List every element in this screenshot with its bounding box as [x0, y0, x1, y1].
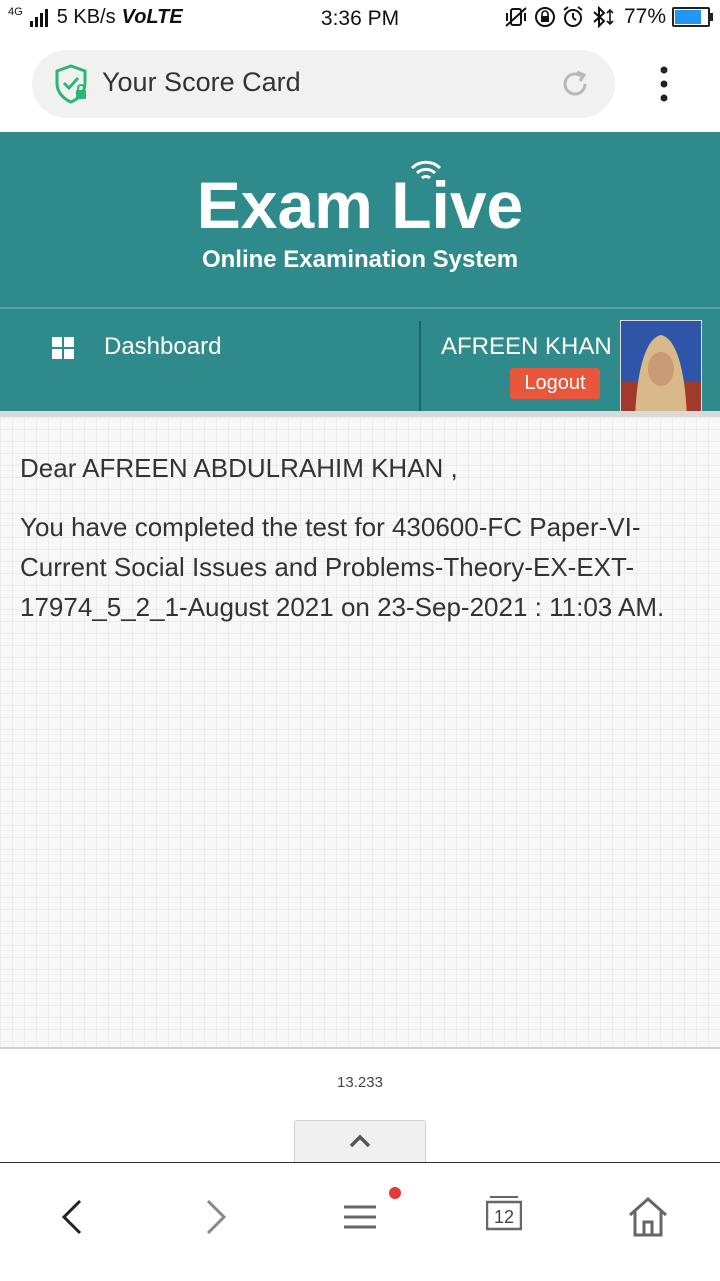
- tabs-button[interactable]: 12: [486, 1193, 522, 1241]
- shield-lock-icon: [55, 64, 87, 104]
- tabs-count: 12: [493, 1207, 515, 1227]
- battery-percent: 77%: [623, 5, 666, 28]
- logout-button[interactable]: Logout: [510, 368, 600, 399]
- scroll-top-button[interactable]: [294, 1120, 426, 1163]
- user-name: AFREEN KHAN: [441, 333, 612, 360]
- notification-dot: [389, 1187, 401, 1199]
- site-logo[interactable]: Exam Live Online Examination System: [0, 170, 720, 274]
- chevron-up-icon: [349, 1134, 371, 1148]
- main-content: Dear AFREEN ABDULRAHIM KHAN , You have c…: [0, 417, 720, 1047]
- bluetooth-icon: [593, 6, 614, 28]
- address-bar[interactable]: Your Score Card: [32, 50, 615, 118]
- dashboard-link[interactable]: Dashboard: [104, 333, 221, 361]
- status-right: 77%: [504, 5, 713, 29]
- forward-icon[interactable]: [192, 1193, 240, 1241]
- greeting-text: Dear AFREEN ABDULRAHIM KHAN ,: [20, 453, 458, 483]
- site-header: Exam Live Online Examination System: [0, 132, 720, 307]
- nav-divider: [419, 321, 421, 411]
- dashboard-grid-icon: [52, 337, 74, 359]
- browser-bottom-nav: 12: [0, 1162, 720, 1281]
- alarm-icon: [563, 6, 583, 27]
- page-title: Your Score Card: [102, 67, 301, 97]
- home-icon[interactable]: [624, 1193, 672, 1241]
- lock-rotation-icon: [534, 7, 555, 27]
- completion-message: You have completed the test for 430600-F…: [20, 512, 665, 622]
- nav-bar: Dashboard AFREEN KHAN Logout: [0, 307, 720, 413]
- brand-name: Exam Live: [196, 168, 524, 242]
- reload-icon[interactable]: [559, 68, 591, 100]
- brand-tagline: Online Examination System: [201, 246, 519, 273]
- more-vert-icon[interactable]: [652, 66, 676, 106]
- version-text: 13.233: [337, 1074, 383, 1091]
- battery-icon: [672, 7, 713, 27]
- status-bar: 4G 5 KB/s VoLTE 3:36 PM 77%: [0, 0, 720, 38]
- vibrate-icon: [505, 7, 527, 27]
- back-icon[interactable]: [48, 1193, 96, 1241]
- menu-icon[interactable]: [336, 1193, 384, 1241]
- browser-toolbar: Your Score Card: [0, 38, 720, 132]
- footer-divider: [0, 1047, 720, 1049]
